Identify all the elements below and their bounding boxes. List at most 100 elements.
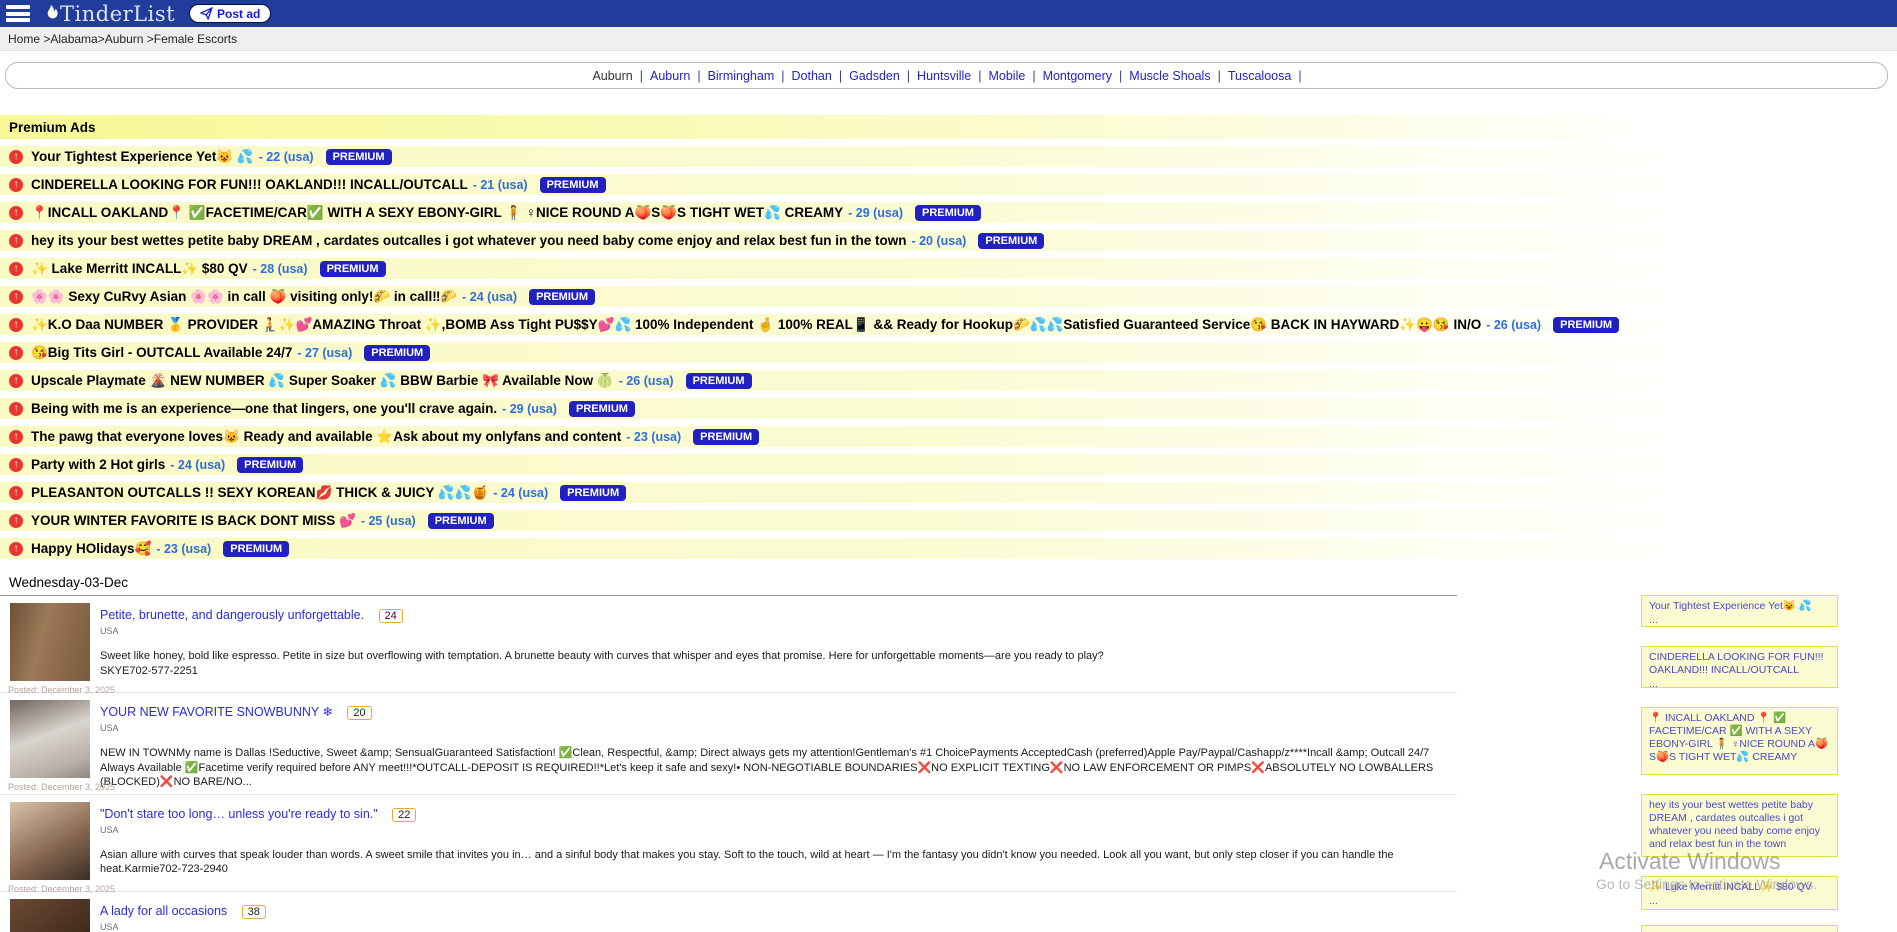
premium-ad-title[interactable]: hey its your best wettes petite baby DRE… [31, 233, 906, 248]
arrow-up-circle-icon: ↑ [9, 514, 23, 528]
city-link-mobile[interactable]: Mobile [988, 69, 1025, 83]
sidebar-ad-box[interactable]: CINDERELLA LOOKING FOR FUN!!! OAKLAND!!!… [1641, 646, 1838, 688]
menu-icon[interactable] [6, 5, 30, 22]
premium-ad-row: ↑ ✨K.O Daa NUMBER 🥇 PROVIDER 🧎✨💕AMAZING … [0, 314, 1897, 335]
premium-ad-title[interactable]: Being with me is an experience—one that … [31, 401, 497, 416]
breadcrumb[interactable]: Home >Alabama>Auburn >Female Escorts [8, 32, 237, 46]
sidebar-ad-title[interactable]: CINDERELLA LOOKING FOR FUN!!! OAKLAND!!!… [1649, 651, 1823, 676]
premium-ad-title[interactable]: ✨ Lake Merritt INCALL✨ $80 QV [31, 261, 248, 277]
city-link-muscle-shoals[interactable]: Muscle Shoals [1129, 69, 1210, 83]
sidebar-ad-title[interactable]: hey its your best wettes petite baby DRE… [1649, 799, 1820, 850]
top-navigation-bar: TinderList Post ad [0, 0, 1897, 27]
premium-ad-age: - 24 (usa) [170, 458, 225, 472]
premium-badge: PREMIUM [326, 149, 392, 165]
arrow-up-circle-icon: ↑ [9, 374, 23, 388]
city-current: Auburn [592, 69, 632, 83]
listing-description: NEW IN TOWNMy name is Dallas !Seductive,… [100, 746, 1450, 790]
premium-badge: PREMIUM [540, 177, 606, 193]
sidebar-ad-more: ... [1649, 614, 1830, 627]
city-link-montgomery[interactable]: Montgomery [1043, 69, 1112, 83]
premium-ad-age: - 23 (usa) [626, 430, 681, 444]
sidebar-premium-column: Your Tightest Experience Yet😺 💦 ... CIND… [1641, 595, 1838, 932]
sidebar-ad-box[interactable]: hey its your best wettes petite baby DRE… [1641, 794, 1838, 857]
premium-ad-age: - 28 (usa) [253, 262, 308, 276]
listings-feed: Wednesday-03-Dec Posted: December 3, 202… [0, 568, 1457, 932]
sidebar-ad-title[interactable]: 📍 INCALL OAKLAND 📍 ✅ FACETIME/CAR ✅ WITH… [1649, 712, 1828, 763]
premium-ad-age: - 29 (usa) [502, 402, 557, 416]
listing-thumbnail[interactable] [10, 802, 90, 880]
listing-title[interactable]: A lady for all occasions [100, 904, 227, 918]
arrow-up-circle-icon: ↑ [9, 318, 23, 332]
date-heading: Wednesday-03-Dec [0, 568, 1457, 596]
premium-ad-title[interactable]: Party with 2 Hot girls [31, 457, 165, 472]
premium-ad-title[interactable]: ✨K.O Daa NUMBER 🥇 PROVIDER 🧎✨💕AMAZING Th… [31, 317, 1481, 333]
premium-ad-age: - 24 (usa) [493, 486, 548, 500]
premium-ad-row: ↑ The pawg that everyone loves😺 Ready an… [0, 426, 1897, 447]
paper-plane-icon [200, 7, 213, 20]
sidebar-ad-more: ... [1649, 895, 1830, 908]
premium-ad-title[interactable]: 📍INCALL OAKLAND📍 ✅FACETIME/CAR✅ WITH A S… [31, 205, 843, 221]
sidebar-ad-box[interactable]: 📍 INCALL OAKLAND 📍 ✅ FACETIME/CAR ✅ WITH… [1641, 707, 1838, 775]
separator: | [1218, 69, 1221, 83]
listing-title[interactable]: Petite, brunette, and dangerously unforg… [100, 608, 364, 622]
sidebar-ad-box[interactable]: ✨ Lake Merritt INCALL✨ $80 QV ... [1641, 876, 1838, 910]
premium-ad-title[interactable]: CINDERELLA LOOKING FOR FUN!!! OAKLAND!!!… [31, 177, 468, 192]
premium-badge: PREMIUM [223, 541, 289, 557]
listing-description: Sweet like honey, bold like espresso. Pe… [100, 649, 1450, 664]
premium-ad-row: ↑ hey its your best wettes petite baby D… [0, 230, 1897, 251]
premium-ad-title[interactable]: YOUR WINTER FAVORITE IS BACK DONT MISS 💕 [31, 513, 356, 529]
arrow-up-circle-icon: ↑ [9, 290, 23, 304]
premium-ad-title[interactable]: 😘Big Tits Girl - OUTCALL Available 24/7 [31, 345, 292, 361]
post-ad-button[interactable]: Post ad [189, 4, 271, 23]
sidebar-ad-more: ... [1649, 766, 1830, 776]
age-badge: 24 [379, 609, 403, 623]
listing-row: Posted: December 3, 2025 Petite, brunett… [0, 596, 1457, 693]
city-link-auburn[interactable]: Auburn [650, 69, 690, 83]
premium-ad-title[interactable]: PLEASANTON OUTCALLS !! SEXY KOREAN💋 THIC… [31, 485, 488, 501]
premium-ad-title[interactable]: Happy HOlidays🥰 [31, 541, 151, 557]
city-link-birmingham[interactable]: Birmingham [708, 69, 775, 83]
premium-ad-title[interactable]: Your Tightest Experience Yet😺 💦 [31, 149, 254, 165]
separator: | [907, 69, 910, 83]
city-link-gadsden[interactable]: Gadsden [849, 69, 900, 83]
city-link-huntsville[interactable]: Huntsville [917, 69, 971, 83]
city-nav-box: Auburn | Auburn | Birmingham | Dothan | … [5, 62, 1888, 89]
premium-ad-row: ↑ Your Tightest Experience Yet😺 💦 - 22 (… [0, 146, 1897, 167]
premium-ad-age: - 23 (usa) [156, 542, 211, 556]
listing-title[interactable]: "Don't stare too long… unless you're rea… [100, 807, 378, 821]
premium-ad-row: ↑ Being with me is an experience—one tha… [0, 398, 1897, 419]
arrow-up-circle-icon: ↑ [9, 206, 23, 220]
listing-thumbnail[interactable] [10, 603, 90, 681]
sidebar-ad-box[interactable] [1641, 925, 1838, 932]
arrow-up-circle-icon: ↑ [9, 346, 23, 360]
sidebar-ad-title[interactable]: ✨ Lake Merritt INCALL✨ $80 QV [1649, 881, 1812, 893]
city-link-tuscaloosa[interactable]: Tuscaloosa [1228, 69, 1291, 83]
age-badge: 38 [242, 905, 266, 919]
arrow-up-circle-icon: ↑ [9, 262, 23, 276]
premium-ad-age: - 20 (usa) [911, 234, 966, 248]
listing-title[interactable]: YOUR NEW FAVORITE SNOWBUNNY ❄ [100, 705, 333, 719]
premium-badge: PREMIUM [237, 457, 303, 473]
site-logo[interactable]: TinderList [42, 2, 175, 26]
breadcrumb-bar: Home >Alabama>Auburn >Female Escorts [0, 27, 1897, 51]
listing-thumbnail[interactable] [10, 899, 90, 932]
arrow-up-circle-icon: ↑ [9, 150, 23, 164]
premium-ad-row: ↑ 📍INCALL OAKLAND📍 ✅FACETIME/CAR✅ WITH A… [0, 202, 1897, 223]
arrow-up-circle-icon: ↑ [9, 402, 23, 416]
listing-thumbnail[interactable] [10, 700, 90, 778]
arrow-up-circle-icon: ↑ [9, 458, 23, 472]
premium-ad-age: - 22 (usa) [259, 150, 314, 164]
listing-row: A lady for all occasions 38 USA [0, 892, 1457, 932]
city-link-dothan[interactable]: Dothan [792, 69, 832, 83]
listing-row: Posted: December 3, 2025 YOUR NEW FAVORI… [0, 693, 1457, 795]
separator: | [978, 69, 981, 83]
listing-country: USA [100, 922, 1457, 932]
listing-country: USA [100, 723, 1457, 733]
premium-ad-title[interactable]: Upscale Playmate 🌋 NEW NUMBER 💦 Super So… [31, 373, 614, 389]
sidebar-ad-box[interactable]: Your Tightest Experience Yet😺 💦 ... [1641, 595, 1838, 627]
premium-ad-title[interactable]: 🌸🌸 Sexy CuRvy Asian 🌸🌸 in call 🍑 visitin… [31, 289, 457, 305]
posted-date: Posted: December 3, 2025 [8, 782, 115, 792]
sidebar-ad-title[interactable]: Your Tightest Experience Yet😺 💦 [1649, 600, 1812, 612]
premium-ad-title[interactable]: The pawg that everyone loves😺 Ready and … [31, 429, 621, 445]
premium-ad-row: ↑ Party with 2 Hot girls - 24 (usa) PREM… [0, 454, 1897, 475]
